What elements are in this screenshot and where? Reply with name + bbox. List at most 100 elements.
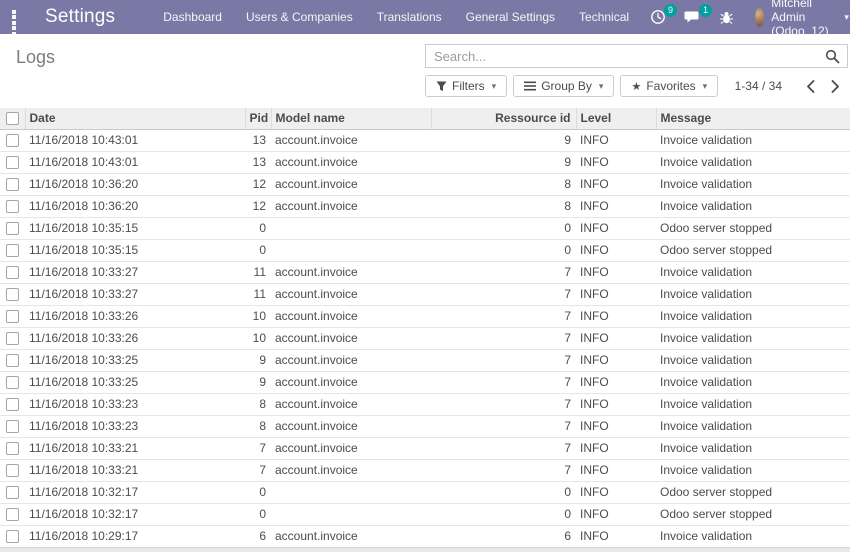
cell-model-name: account.invoice	[271, 328, 431, 350]
cell-model-name: account.invoice	[271, 372, 431, 394]
row-checkbox[interactable]	[6, 156, 19, 169]
cell-resource-id: 7	[431, 372, 576, 394]
chevron-down-icon: ▾	[703, 81, 708, 92]
cell-message: Invoice validation	[656, 438, 850, 460]
row-checkbox[interactable]	[6, 288, 19, 301]
column-header-pid[interactable]: Pid	[245, 108, 271, 130]
cell-model-name	[271, 240, 431, 262]
cell-resource-id: 0	[431, 482, 576, 504]
table-row[interactable]: 11/16/2018 10:33:259account.invoice7INFO…	[0, 372, 850, 394]
breadcrumb-logs: Logs	[16, 47, 55, 108]
pager: 1-34 / 34	[735, 78, 848, 95]
row-select-cell	[0, 350, 25, 372]
table-row[interactable]: 11/16/2018 10:35:1500INFOOdoo server sto…	[0, 240, 850, 262]
table-row[interactable]: 11/16/2018 10:33:2711account.invoice7INF…	[0, 284, 850, 306]
row-checkbox[interactable]	[6, 200, 19, 213]
cell-model-name: account.invoice	[271, 526, 431, 548]
table-row[interactable]: 11/16/2018 10:33:238account.invoice7INFO…	[0, 394, 850, 416]
table-row[interactable]: 11/16/2018 10:36:2012account.invoice8INF…	[0, 174, 850, 196]
cell-pid: 10	[245, 306, 271, 328]
row-checkbox[interactable]	[6, 354, 19, 367]
row-select-cell	[0, 240, 25, 262]
table-row[interactable]: 11/16/2018 10:32:1700INFOOdoo server sto…	[0, 504, 850, 526]
cell-message: Invoice validation	[656, 328, 850, 350]
cell-date: 11/16/2018 10:43:01	[25, 130, 245, 152]
cell-level: INFO	[576, 306, 656, 328]
table-row[interactable]: 11/16/2018 10:33:217account.invoice7INFO…	[0, 460, 850, 482]
row-checkbox[interactable]	[6, 464, 19, 477]
select-all-checkbox[interactable]	[6, 112, 19, 125]
cell-message: Invoice validation	[656, 372, 850, 394]
table-row[interactable]: 11/16/2018 10:33:2711account.invoice7INF…	[0, 262, 850, 284]
row-checkbox[interactable]	[6, 310, 19, 323]
row-checkbox[interactable]	[6, 222, 19, 235]
nav-item-users-companies[interactable]: Users & Companies	[234, 0, 365, 34]
cell-pid: 9	[245, 350, 271, 372]
row-checkbox[interactable]	[6, 442, 19, 455]
top-navbar: Settings DashboardUsers & CompaniesTrans…	[0, 0, 850, 34]
table-row[interactable]: 11/16/2018 10:33:238account.invoice7INFO…	[0, 416, 850, 438]
column-header-model-name[interactable]: Model name	[271, 108, 431, 130]
cell-message: Odoo server stopped	[656, 240, 850, 262]
nav-item-general-settings[interactable]: General Settings	[454, 0, 567, 34]
filters-button[interactable]: Filters ▾	[425, 75, 507, 97]
table-row[interactable]: 11/16/2018 10:32:1700INFOOdoo server sto…	[0, 482, 850, 504]
cell-date: 11/16/2018 10:33:21	[25, 460, 245, 482]
app-name-settings[interactable]: Settings	[45, 6, 115, 28]
row-checkbox[interactable]	[6, 530, 19, 543]
cell-level: INFO	[576, 526, 656, 548]
row-checkbox[interactable]	[6, 244, 19, 257]
search-input[interactable]	[426, 45, 847, 67]
nav-item-translations[interactable]: Translations	[365, 0, 454, 34]
column-header-date[interactable]: Date	[25, 108, 245, 130]
row-checkbox[interactable]	[6, 486, 19, 499]
group-by-button[interactable]: Group By ▾	[513, 75, 614, 97]
cell-pid: 0	[245, 482, 271, 504]
row-select-cell	[0, 372, 25, 394]
row-checkbox[interactable]	[6, 376, 19, 389]
cell-date: 11/16/2018 10:32:17	[25, 482, 245, 504]
table-row[interactable]: 11/16/2018 10:36:2012account.invoice8INF…	[0, 196, 850, 218]
cell-message: Odoo server stopped	[656, 218, 850, 240]
row-checkbox[interactable]	[6, 420, 19, 433]
cell-model-name	[271, 218, 431, 240]
favorites-button[interactable]: ★ Favorites ▾	[620, 75, 718, 97]
column-header-resource-id[interactable]: Ressource id	[431, 108, 576, 130]
cell-resource-id: 7	[431, 438, 576, 460]
cell-model-name	[271, 504, 431, 526]
table-row[interactable]: 11/16/2018 10:33:2610account.invoice7INF…	[0, 306, 850, 328]
row-checkbox[interactable]	[6, 508, 19, 521]
cell-level: INFO	[576, 174, 656, 196]
pager-next-button[interactable]	[823, 78, 848, 95]
pager-range: 1-34 / 34	[735, 79, 782, 93]
row-checkbox[interactable]	[6, 266, 19, 279]
table-row[interactable]: 11/16/2018 10:29:176account.invoice6INFO…	[0, 526, 850, 548]
pager-previous-button[interactable]	[798, 78, 823, 95]
column-header-level[interactable]: Level	[576, 108, 656, 130]
row-select-cell	[0, 526, 25, 548]
cell-level: INFO	[576, 196, 656, 218]
nav-item-technical[interactable]: Technical	[567, 0, 641, 34]
row-checkbox[interactable]	[6, 398, 19, 411]
nav-item-dashboard[interactable]: Dashboard	[151, 0, 234, 34]
table-row[interactable]: 11/16/2018 10:43:0113account.invoice9INF…	[0, 152, 850, 174]
user-menu[interactable]: Mitchell Admin (Odoo_12) ▾	[743, 0, 850, 34]
table-row[interactable]: 11/16/2018 10:33:2610account.invoice7INF…	[0, 328, 850, 350]
table-row[interactable]: 11/16/2018 10:33:259account.invoice7INFO…	[0, 350, 850, 372]
debug-menu[interactable]	[710, 0, 743, 34]
cell-resource-id: 6	[431, 526, 576, 548]
table-row[interactable]: 11/16/2018 10:33:217account.invoice7INFO…	[0, 438, 850, 460]
row-checkbox[interactable]	[6, 332, 19, 345]
messages-menu[interactable]: 1	[675, 0, 710, 34]
table-row[interactable]: 11/16/2018 10:43:0113account.invoice9INF…	[0, 130, 850, 152]
cell-pid: 7	[245, 460, 271, 482]
activities-menu[interactable]: 9	[641, 0, 675, 34]
cell-date: 11/16/2018 10:35:15	[25, 240, 245, 262]
cell-model-name: account.invoice	[271, 460, 431, 482]
column-header-message[interactable]: Message	[656, 108, 850, 130]
row-select-cell	[0, 130, 25, 152]
table-row[interactable]: 11/16/2018 10:35:1500INFOOdoo server sto…	[0, 218, 850, 240]
row-checkbox[interactable]	[6, 134, 19, 147]
apps-grid-icon[interactable]	[12, 10, 16, 25]
row-checkbox[interactable]	[6, 178, 19, 191]
